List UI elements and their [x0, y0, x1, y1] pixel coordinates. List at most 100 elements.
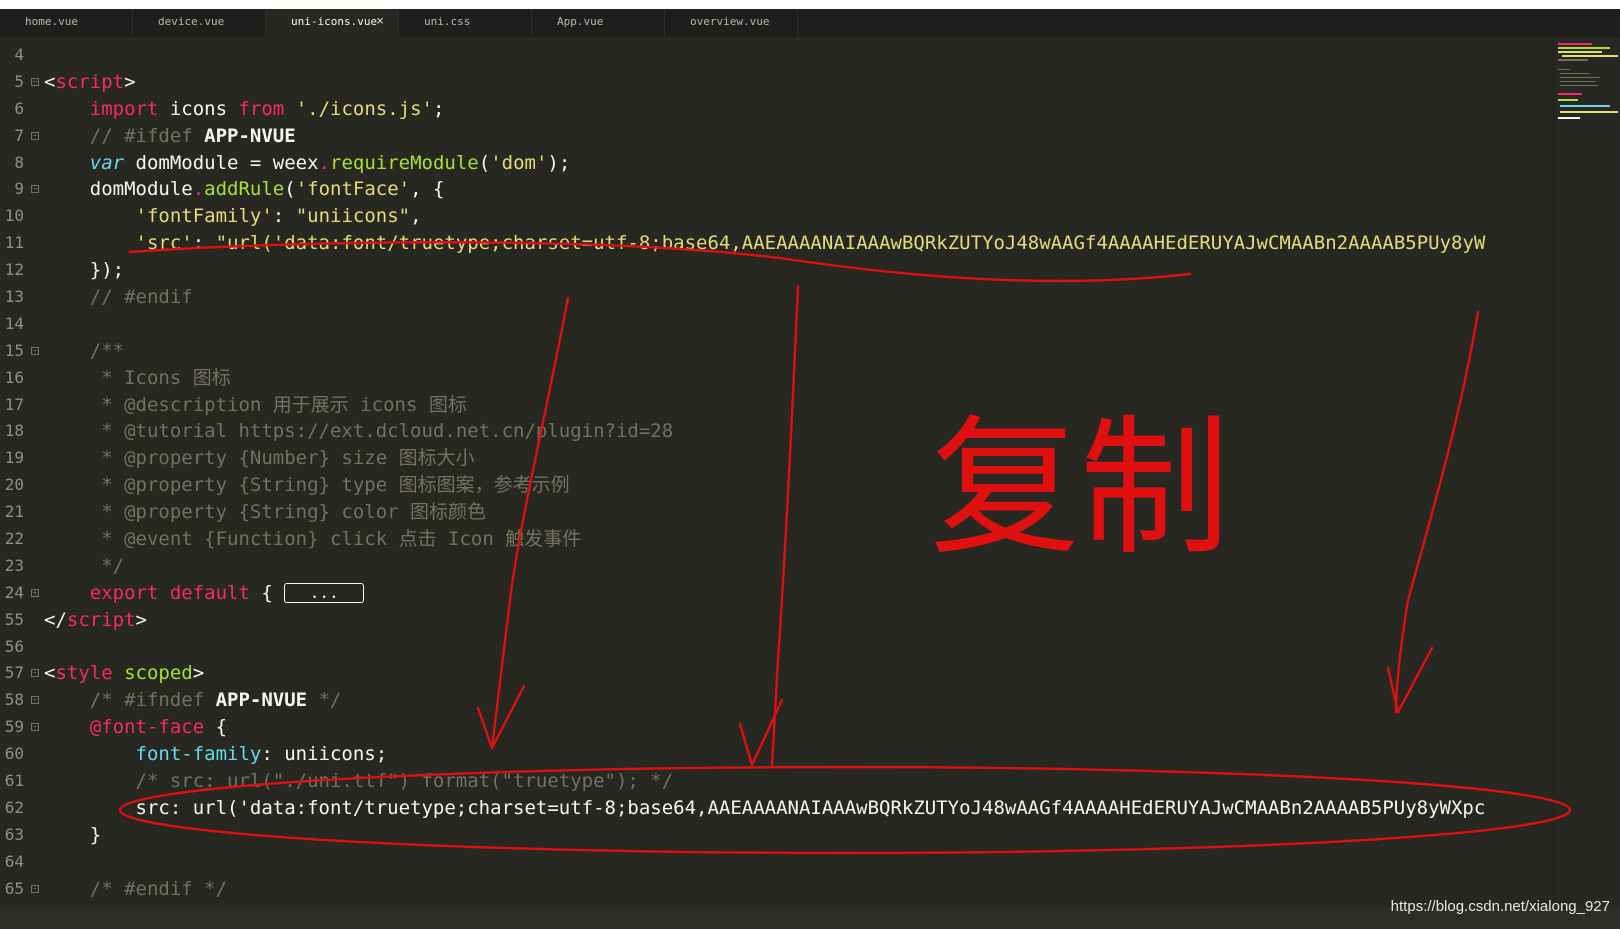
line-number: 19	[4, 448, 24, 468]
ifdef-comment: // #ifdef	[89, 124, 205, 147]
from-keyword: from	[238, 97, 285, 120]
code-line: 57− <style scoped>	[0, 660, 1553, 687]
tab-overview-vue[interactable]: overview.vue	[665, 9, 798, 37]
line-number: 63	[4, 824, 24, 844]
fold-expand-icon[interactable]: +	[31, 588, 39, 597]
import-name: icons	[158, 97, 239, 120]
src-declaration: src: url('data:font/truetype;charset=utf…	[135, 796, 1486, 819]
export-default-keyword: export default	[89, 581, 250, 604]
code-line: 12 });	[0, 257, 1553, 284]
tab-label: uni-icons.vue	[291, 15, 378, 28]
line-number: 57	[4, 663, 24, 683]
code-line: 14	[0, 311, 1553, 338]
tab-app-vue[interactable]: App.vue	[532, 9, 665, 37]
line-number: 5	[14, 71, 24, 91]
dom-string: 'dom'	[490, 151, 548, 174]
line-number: 9	[14, 179, 24, 199]
export-brace: {	[249, 581, 285, 604]
font-face-rule: @font-face	[89, 716, 205, 739]
folded-code-button[interactable]: ...	[284, 583, 365, 604]
fold-toggle-icon[interactable]: −	[31, 185, 39, 194]
import-path: './icons.js'	[295, 97, 433, 120]
line-number: 23	[4, 555, 24, 575]
code-line: 22 * @event {Function} click 点击 Icon 触发事…	[0, 526, 1553, 553]
tab-uni-icons-vue[interactable]: uni-icons.vue ×	[266, 9, 399, 37]
src-value: "url('data:font/truetype;charset=utf-8;b…	[215, 232, 1486, 255]
code-line: 55 </script>	[0, 607, 1553, 634]
line-number: 7	[14, 125, 24, 145]
code-line: 61 /* src: url("./uni.ttf") format("true…	[0, 768, 1553, 795]
line-number: 17	[4, 394, 24, 414]
tab-device-vue[interactable]: device.vue	[133, 9, 266, 37]
line-number: 11	[4, 233, 24, 253]
fold-toggle-icon[interactable]: −	[31, 723, 39, 732]
doc-comment-line: * Icons 图标	[89, 366, 231, 389]
line-number: 55	[4, 609, 24, 629]
line-number: 18	[4, 421, 24, 441]
fold-toggle-icon[interactable]: −	[31, 696, 39, 705]
code-line: 11 'src': "url('data:font/truetype;chars…	[0, 230, 1553, 257]
dom-module-decl: domModule = weex	[124, 151, 319, 174]
line-number: 24	[4, 582, 24, 602]
font-family-value: "uniicons"	[295, 205, 411, 228]
ifndef-comment: /* #ifndef	[89, 689, 216, 712]
style-tag: style	[55, 662, 113, 685]
minimap[interactable]	[1553, 37, 1620, 908]
fold-toggle-icon[interactable]: −	[31, 669, 39, 678]
line-number: 62	[4, 797, 24, 817]
code-line: 58− /* #ifndef APP-NVUE */	[0, 687, 1553, 714]
watermark: https://blog.csdn.net/xialong_927	[1390, 898, 1610, 915]
code-line: 19 * @property {Number} size 图标大小	[0, 445, 1553, 472]
endif-block-comment: /* #endif */	[89, 877, 228, 900]
line-number: 20	[4, 475, 24, 495]
line-number: 64	[4, 851, 24, 871]
code-line: 23 */	[0, 553, 1553, 580]
line-number: 10	[4, 206, 24, 226]
code-line: 65− /* #endif */	[0, 876, 1553, 903]
line-number: 15	[4, 340, 24, 360]
tab-label: App.vue	[557, 15, 604, 28]
endif-comment: // #endif	[89, 286, 193, 309]
line-number: 13	[4, 287, 24, 307]
doc-comment-line: * @tutorial https://ext.dcloud.net.cn/pl…	[89, 420, 674, 443]
src-key: 'src'	[135, 232, 193, 255]
tab-bar: home.vue device.vue uni-icons.vue × uni.c…	[0, 9, 1620, 37]
line-number: 60	[4, 744, 24, 764]
code-line: 63 }	[0, 822, 1553, 849]
script-open-tag: script	[55, 70, 125, 93]
line-number: 16	[4, 367, 24, 387]
commented-src-line: /* src: url("./uni.ttf") format("truetyp…	[135, 770, 674, 793]
code-line: 15− /**	[0, 338, 1553, 365]
doc-comment-line: * @event {Function} click 点击 Icon 触发事件	[89, 528, 582, 551]
font-family-css-value: : uniicons;	[261, 743, 388, 766]
code-line: 18 * @tutorial https://ext.dcloud.net.cn…	[0, 418, 1553, 445]
line-number: 56	[4, 636, 24, 656]
tab-label: device.vue	[158, 15, 225, 28]
code-editor[interactable]: 4 5− <script> 6 import icons from './icon…	[0, 42, 1553, 908]
fold-toggle-icon[interactable]: −	[31, 131, 39, 140]
font-family-key: 'fontFamily'	[135, 205, 273, 228]
ifndef-comment-end: */	[307, 689, 342, 712]
line-number: 22	[4, 529, 24, 549]
line-number: 59	[4, 717, 24, 737]
code-line: 10 'fontFamily': "uniicons",	[0, 203, 1553, 230]
tab-uni-css[interactable]: uni.css	[399, 9, 532, 37]
fold-toggle-icon[interactable]: −	[31, 77, 39, 86]
code-line: 8 var domModule = weex.requireModule('do…	[0, 150, 1553, 177]
var-keyword: var	[89, 151, 125, 174]
tab-home-vue[interactable]: home.vue	[0, 9, 133, 37]
code-line: 6 import icons from './icons.js';	[0, 96, 1553, 123]
close-brace: }	[89, 823, 102, 846]
line-number: 21	[4, 502, 24, 522]
fold-toggle-icon[interactable]: −	[31, 346, 39, 355]
line-number: 8	[14, 152, 24, 172]
window-top-strip	[0, 0, 1620, 9]
code-line: 9− domModule.addRule('fontFace', {	[0, 176, 1553, 203]
status-bar	[0, 908, 1620, 929]
line-number: 12	[4, 260, 24, 280]
dom-module-call: domModule	[89, 178, 193, 201]
close-icon[interactable]: ×	[376, 9, 384, 35]
fold-toggle-icon[interactable]: −	[31, 884, 39, 893]
line-number: 14	[4, 313, 24, 333]
tab-label: home.vue	[25, 15, 78, 28]
